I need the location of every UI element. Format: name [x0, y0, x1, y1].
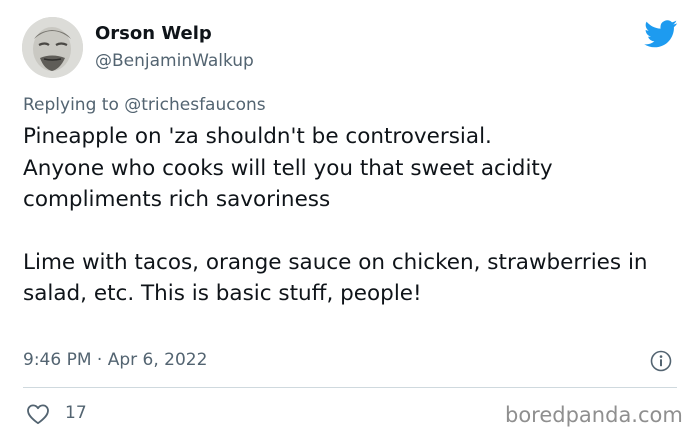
avatar-image — [22, 17, 83, 78]
divider — [23, 387, 677, 388]
tweet-paragraph: Lime with tacos, orange sauce on chicken… — [23, 249, 648, 307]
tweet-timestamp[interactable]: 9:46 PM · Apr 6, 2022 — [23, 350, 207, 370]
tweet-paragraph: Pineapple on 'za shouldn't be controvers… — [23, 124, 553, 212]
author-display-name[interactable]: Orson Welp — [95, 23, 212, 44]
heart-icon[interactable] — [26, 403, 50, 425]
tweet-text: Pineapple on 'za shouldn't be controvers… — [23, 121, 673, 310]
tweet-card: Orson Welp @BenjaminWalkup Replying to @… — [0, 0, 700, 441]
reply-mention-link[interactable]: @trichesfaucons — [124, 95, 265, 115]
avatar[interactable] — [22, 17, 83, 78]
watermark: boredpanda.com — [505, 403, 683, 427]
info-icon[interactable] — [650, 350, 672, 372]
twitter-bird-icon[interactable] — [644, 20, 678, 48]
author-handle[interactable]: @BenjaminWalkup — [95, 51, 254, 71]
reply-context: Replying to @trichesfaucons — [23, 95, 266, 115]
like-count: 17 — [65, 403, 87, 423]
reply-prefix: Replying to — [23, 95, 119, 115]
